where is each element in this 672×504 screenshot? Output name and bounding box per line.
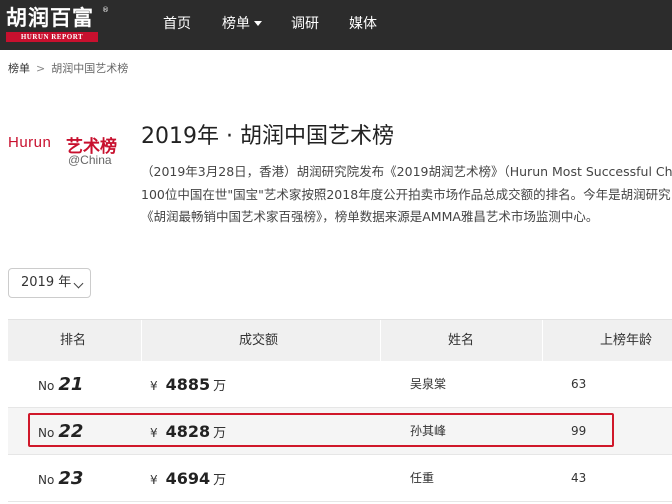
amount-unit: 万 [213,379,227,394]
page-description: （2019年3月28日，香港）胡润研究院发布《2019胡润艺术榜》（Hurun … [141,161,672,229]
age-cell: 99 [571,424,587,438]
column-header-amount: 成交额 [239,333,279,348]
table-row[interactable]: No 23 ¥4694 万 任重 43 [8,455,672,502]
brand-region-text: @China [68,153,112,167]
column-header-rank: 排名 [60,333,87,348]
breadcrumb: 榜单 > 胡润中国艺术榜 [8,61,128,77]
amount-unit: 万 [213,426,227,441]
age-cell: 43 [571,471,587,485]
description-line: 100位中国在世"国宝"艺术家按照2018年度公开拍卖市场作品总成交额的排名。今… [141,186,671,202]
nav-media[interactable]: 媒体 [349,0,377,50]
rank-number: 22 [58,421,84,442]
amount-value: 4885 [165,375,211,394]
amount-value: 4694 [165,469,211,488]
amount-cell: ¥4885 万 [150,361,226,408]
breadcrumb-current: 胡润中国艺术榜 [51,62,129,75]
currency-symbol: ¥ [150,426,158,440]
table-row[interactable]: No 22 ¥4828 万 孙其峰 99 [8,408,672,455]
nav-home[interactable]: 首页 [163,0,191,50]
rank-cell: No 23 [38,455,83,502]
logo-text-en: HURUN REPORT [6,32,98,42]
rank-cell: No 22 [38,408,83,455]
nav-rankings-label: 榜单 [222,16,250,32]
amount-unit: 万 [213,473,227,488]
logo-registered-mark: ® [102,6,109,14]
chevron-down-icon [73,278,84,289]
nav-research[interactable]: 调研 [291,0,319,50]
logo-text-cn: 胡润百富 [6,6,94,30]
artist-name-link[interactable]: 吴泉棠 [410,361,446,408]
rank-prefix: No [38,426,55,440]
nav-rankings[interactable]: 榜单 [222,0,262,50]
rank-prefix: No [38,473,55,487]
description-line: 《胡润最畅销中国艺术家百强榜》，榜单数据来源是AMMA雅昌艺术市场监测中心。 [141,209,599,224]
year-select[interactable]: 2019 年 [8,268,91,298]
column-header-name: 姓名 [448,333,475,348]
column-divider [542,320,543,362]
art-list-brand-logo: Hurun 艺术榜 @China [8,134,124,170]
top-navbar: 胡润百富 ® HURUN REPORT 首页 榜单 调研 媒体 [0,0,672,50]
year-select-value: 2019 年 [21,275,72,290]
column-divider [141,320,142,362]
breadcrumb-separator: > [36,62,46,75]
table-header: 排名 成交额 姓名 上榜年龄 [8,319,672,362]
amount-cell: ¥4828 万 [150,408,226,455]
amount-value: 4828 [165,422,211,441]
artist-name-link[interactable]: 任重 [410,455,434,502]
description-line: （2019年3月28日，香港）胡润研究院发布《2019胡润艺术榜》（Hurun … [141,164,672,179]
page-title: 2019年 · 胡润中国艺术榜 [141,124,394,149]
column-header-age: 上榜年龄 [600,333,653,348]
currency-symbol: ¥ [150,379,158,393]
artist-name-link[interactable]: 孙其峰 [410,408,446,455]
currency-symbol: ¥ [150,473,158,487]
hurun-logo[interactable]: 胡润百富 ® HURUN REPORT [6,6,109,44]
caret-down-icon [254,20,262,26]
brand-hurun-text: Hurun [8,134,52,151]
breadcrumb-rankings-link[interactable]: 榜单 [8,62,30,75]
rank-prefix: No [38,379,55,393]
amount-cell: ¥4694 万 [150,455,226,502]
age-cell: 63 [571,377,587,391]
rank-number: 21 [58,374,84,395]
column-divider [380,320,381,362]
ranking-table: 排名 成交额 姓名 上榜年龄 No 21 ¥4885 万 吴泉棠 63 No 22 ¥… [8,319,672,502]
table-row[interactable]: No 21 ¥4885 万 吴泉棠 63 [8,361,672,408]
rank-cell: No 21 [38,361,83,408]
rank-number: 23 [58,468,84,489]
